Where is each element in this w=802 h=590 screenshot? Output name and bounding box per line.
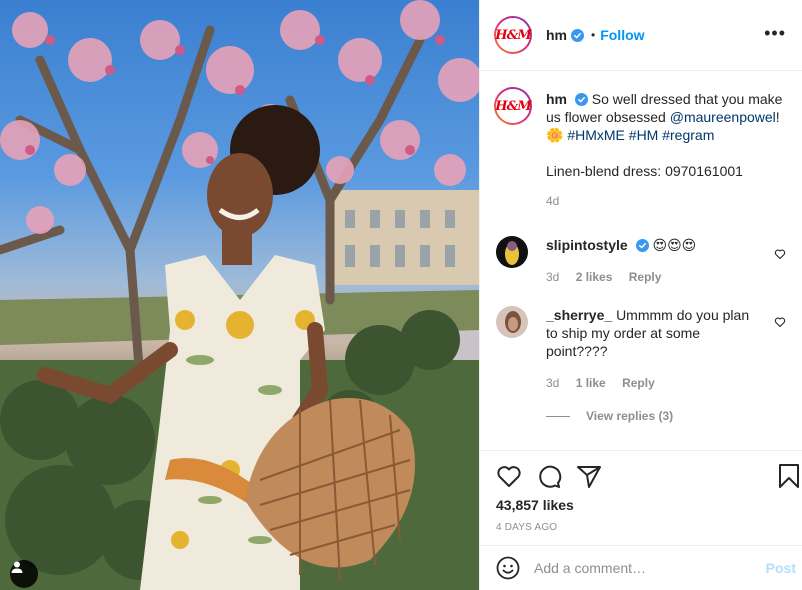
verified-badge-icon — [574, 93, 588, 106]
post-photo-illustration — [0, 0, 479, 590]
share-paper-plane-icon[interactable] — [576, 463, 602, 489]
view-replies-button[interactable]: View replies (3) — [546, 409, 673, 423]
like-heart-icon[interactable] — [496, 463, 522, 489]
more-options-button[interactable]: ••• — [764, 24, 786, 42]
comment-item: _sherrye_ Ummmm do you plan to ship my o… — [496, 306, 786, 392]
comment-username[interactable]: slipintostyle — [546, 237, 628, 253]
caption-product: Linen-blend dress: 0970161001 — [546, 163, 743, 179]
replies-divider — [546, 415, 570, 417]
comments-list[interactable]: H&M hm So well dressed that you make us … — [480, 72, 802, 450]
comment-age[interactable]: 3d — [546, 376, 559, 390]
save-bookmark-icon[interactable] — [776, 463, 802, 489]
comment-likes[interactable]: 1 like — [576, 376, 606, 390]
comment-bubble-icon[interactable] — [536, 463, 562, 489]
comment-avatar[interactable] — [496, 236, 528, 268]
separator-dot: • — [591, 28, 596, 42]
verified-badge-icon — [571, 28, 584, 42]
caption-avatar[interactable]: H&M — [494, 87, 532, 125]
view-replies-label: View replies (3) — [586, 409, 674, 423]
caption-hashtags[interactable]: #HMxME #HM #regram — [567, 127, 714, 143]
post-side-panel: H&M hm • Follow ••• H&M hm So well dress… — [479, 0, 802, 590]
comment-avatar[interactable] — [496, 306, 528, 338]
like-comment-heart-icon[interactable] — [774, 248, 786, 260]
hm-logo: H&M — [495, 98, 531, 114]
emoji-smiley-icon[interactable] — [496, 556, 520, 580]
user-tag-icon — [11, 561, 23, 573]
user-tag-button[interactable] — [10, 560, 38, 588]
reply-button[interactable]: Reply — [622, 376, 655, 390]
comment-username[interactable]: _sherrye_ — [546, 307, 612, 323]
comment-age[interactable]: 3d — [546, 270, 559, 284]
caption: H&M hm So well dressed that you make us … — [494, 87, 786, 210]
post-photo[interactable] — [0, 0, 479, 590]
reply-button[interactable]: Reply — [629, 270, 662, 284]
post-actions: 43,857 likes 4 DAYS AGO — [480, 450, 802, 545]
verified-badge-icon — [635, 239, 649, 252]
add-comment-bar: Post — [480, 545, 802, 590]
like-comment-heart-icon[interactable] — [774, 316, 786, 328]
caption-punctuation: ! — [775, 109, 780, 125]
post-comment-button[interactable]: Post — [766, 560, 796, 576]
comment-likes[interactable]: 2 likes — [576, 270, 613, 284]
hm-logo: H&M — [495, 27, 531, 43]
caption-age[interactable]: 4d — [546, 194, 559, 208]
likes-count[interactable]: 43,857 likes — [496, 497, 574, 513]
caption-username[interactable]: hm — [546, 91, 567, 107]
flower-emoji: 🌼 — [546, 127, 564, 143]
post-header: H&M hm • Follow ••• — [480, 0, 802, 71]
avatar[interactable]: H&M — [494, 16, 532, 54]
username-link[interactable]: hm — [546, 27, 567, 43]
post-timestamp[interactable]: 4 DAYS AGO — [496, 522, 557, 533]
caption-mention[interactable]: @maureenpowel — [670, 109, 776, 125]
comment-text: 😍😍😍 — [652, 237, 697, 253]
follow-button[interactable]: Follow — [600, 27, 644, 43]
comment-item: slipintostyle 😍😍😍 3d 2 likes Reply — [496, 236, 786, 286]
add-comment-input[interactable] — [534, 560, 754, 576]
